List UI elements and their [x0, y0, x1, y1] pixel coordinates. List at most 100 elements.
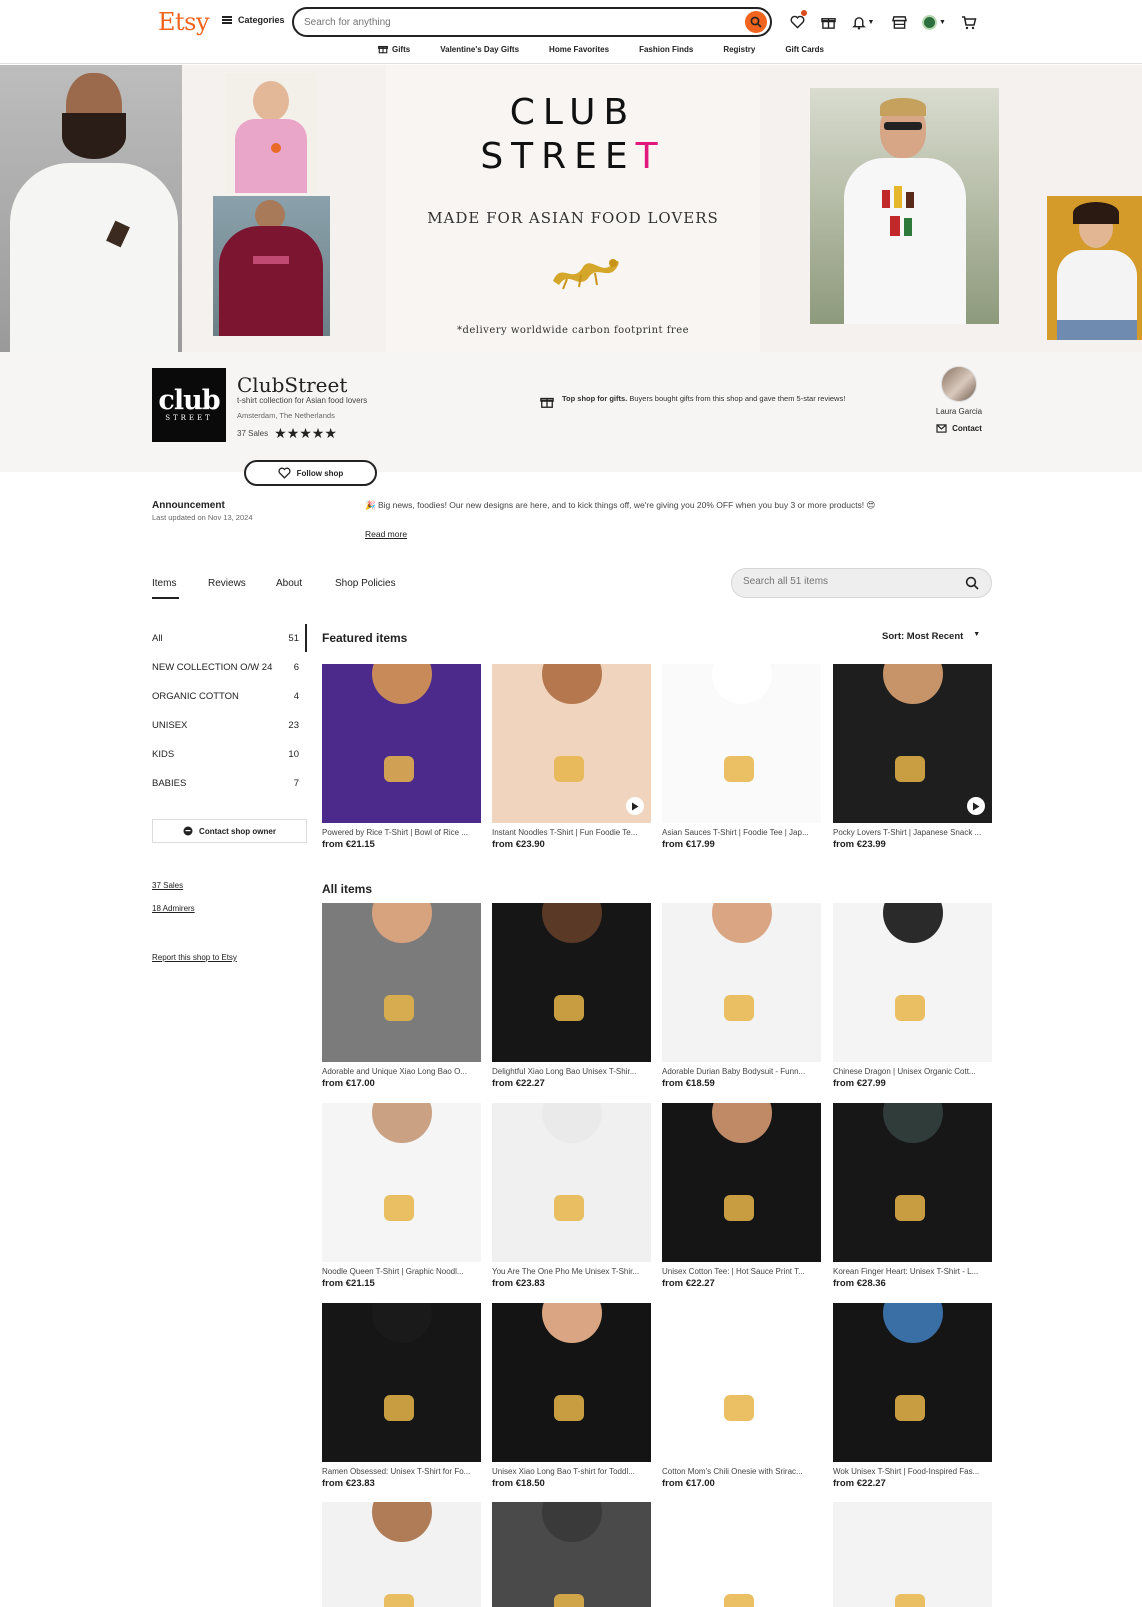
product-title[interactable]: Unisex Xiao Long Bao T-shirt for Toddl..… [492, 1467, 651, 1476]
product-card[interactable] [322, 1502, 481, 1607]
product-card[interactable]: Unisex Xiao Long Bao T-shirt for Toddl..… [492, 1303, 651, 1489]
etsy-logo[interactable]: Etsy [158, 8, 210, 36]
product-title[interactable]: Unisex Cotton Tee: | Hot Sauce Print T..… [662, 1267, 821, 1276]
product-card[interactable]: Delightful Xiao Long Bao Unisex T-Shir..… [492, 903, 651, 1089]
owner-name[interactable]: Laura Garcia [920, 407, 998, 416]
tab-about[interactable]: About [276, 578, 302, 589]
product-image[interactable] [322, 1303, 481, 1462]
sort-dropdown[interactable]: Sort: Most Recent ▼ [882, 631, 980, 642]
product-card[interactable]: Powered by Rice T-Shirt | Bowl of Rice .… [322, 664, 481, 850]
subnav-gifts[interactable]: Gifts [378, 44, 410, 54]
product-image[interactable] [322, 1502, 481, 1607]
tab-items[interactable]: Items [152, 578, 180, 599]
product-title[interactable]: Chinese Dragon | Unisex Organic Cott... [833, 1067, 992, 1076]
product-card[interactable]: Pocky Lovers T-Shirt | Japanese Snack ..… [833, 664, 992, 850]
product-image[interactable] [492, 903, 651, 1062]
star-rating-icon[interactable]: ★★★★★ [274, 425, 337, 442]
product-card[interactable]: Asian Sauces T-Shirt | Foodie Tee | Jap.… [662, 664, 821, 850]
admirers-link[interactable]: 18 Admirers [152, 904, 195, 913]
product-image[interactable] [833, 1502, 992, 1607]
product-image[interactable] [322, 664, 481, 823]
global-search-input[interactable] [304, 14, 724, 30]
product-card[interactable]: Ramen Obsessed: Unisex T-Shirt for Fo...… [322, 1303, 481, 1489]
product-image[interactable] [492, 1103, 651, 1262]
search-icon[interactable] [965, 576, 979, 590]
categories-menu-button[interactable]: Categories [222, 15, 285, 25]
product-image[interactable] [322, 1103, 481, 1262]
sidebar-item-kids[interactable]: KIDS 10 [152, 740, 307, 769]
product-card[interactable]: You Are The One Pho Me Unisex T-Shir... f… [492, 1103, 651, 1289]
product-image[interactable] [833, 664, 992, 823]
search-submit-button[interactable] [745, 11, 767, 33]
product-image[interactable] [833, 1303, 992, 1462]
product-card[interactable]: Instant Noodles T-Shirt | Fun Foodie Te.… [492, 664, 651, 850]
shirt-print-graphic [554, 995, 584, 1021]
product-title[interactable]: Wok Unisex T-Shirt | Food-Inspired Fas..… [833, 1467, 992, 1476]
sidebar-item-all[interactable]: All 51 [152, 624, 307, 653]
contact-shop-owner-button[interactable]: Contact shop owner [152, 819, 307, 843]
product-card[interactable] [662, 1502, 821, 1607]
shop-search-input[interactable] [743, 576, 953, 587]
product-card[interactable]: Unisex Cotton Tee: | Hot Sauce Print T..… [662, 1103, 821, 1289]
product-title[interactable]: Adorable and Unique Xiao Long Bao O... [322, 1067, 481, 1076]
tab-shop-policies[interactable]: Shop Policies [335, 578, 396, 589]
product-image[interactable] [322, 903, 481, 1062]
product-image[interactable] [662, 1103, 821, 1262]
play-video-icon[interactable] [967, 797, 985, 815]
sidebar-item-unisex[interactable]: UNISEX 23 [152, 711, 307, 740]
product-card[interactable]: Cotton Mom's Chili Onesie with Srirac...… [662, 1303, 821, 1489]
shirt-print-graphic [724, 995, 754, 1021]
favorites-button[interactable] [787, 10, 807, 32]
product-card[interactable]: Noodle Queen T-Shirt | Graphic Noodl... f… [322, 1103, 481, 1289]
product-title[interactable]: You Are The One Pho Me Unisex T-Shir... [492, 1267, 651, 1276]
product-title[interactable]: Cotton Mom's Chili Onesie with Srirac... [662, 1467, 821, 1476]
product-title[interactable]: Instant Noodles T-Shirt | Fun Foodie Te.… [492, 828, 651, 837]
gift-mode-button[interactable] [818, 12, 838, 32]
product-title[interactable]: Delightful Xiao Long Bao Unisex T-Shir..… [492, 1067, 651, 1076]
product-image[interactable] [662, 1303, 821, 1462]
subnav-gift-cards[interactable]: Gift Cards [785, 44, 824, 54]
sidebar-item-organic-cotton[interactable]: ORGANIC COTTON 4 [152, 682, 307, 711]
play-video-icon[interactable] [626, 797, 644, 815]
subnav-home-favorites[interactable]: Home Favorites [549, 44, 609, 54]
notifications-button[interactable]: ▼ [848, 12, 878, 32]
product-image[interactable] [833, 1103, 992, 1262]
product-image[interactable] [662, 664, 821, 823]
follow-shop-button[interactable]: Follow shop [244, 460, 377, 486]
account-menu-button[interactable]: ▼ [918, 12, 950, 32]
subnav-fashion-finds[interactable]: Fashion Finds [639, 44, 693, 54]
product-card[interactable]: Adorable Durian Baby Bodysuit - Funn... f… [662, 903, 821, 1089]
sidebar-item-new-collection[interactable]: NEW COLLECTION O/W 24 6 [152, 653, 307, 682]
product-image[interactable] [492, 1303, 651, 1462]
product-title[interactable]: Pocky Lovers T-Shirt | Japanese Snack ..… [833, 828, 992, 837]
product-card[interactable]: Chinese Dragon | Unisex Organic Cott... f… [833, 903, 992, 1089]
product-card[interactable] [492, 1502, 651, 1607]
product-title[interactable]: Powered by Rice T-Shirt | Bowl of Rice .… [322, 828, 481, 837]
product-image[interactable] [492, 664, 651, 823]
subnav-valentines[interactable]: Valentine's Day Gifts [440, 44, 519, 54]
product-title[interactable]: Noodle Queen T-Shirt | Graphic Noodl... [322, 1267, 481, 1276]
product-title[interactable]: Korean Finger Heart: Unisex T-Shirt - L.… [833, 1267, 992, 1276]
contact-owner-link[interactable]: Contact [920, 424, 998, 433]
category-sidebar: All 51 NEW COLLECTION O/W 24 6 ORGANIC COT… [152, 624, 307, 798]
product-title[interactable]: Adorable Durian Baby Bodysuit - Funn... [662, 1067, 821, 1076]
product-title[interactable]: Ramen Obsessed: Unisex T-Shirt for Fo... [322, 1467, 481, 1476]
cart-button[interactable] [959, 12, 979, 32]
report-shop-link[interactable]: Report this shop to Etsy [152, 953, 237, 962]
product-card[interactable]: Korean Finger Heart: Unisex T-Shirt - L.… [833, 1103, 992, 1289]
announcement-read-more-link[interactable]: Read more [365, 529, 407, 539]
owner-avatar[interactable] [941, 366, 977, 402]
sales-link[interactable]: 37 Sales [152, 881, 183, 890]
product-image[interactable] [492, 1502, 651, 1607]
product-card[interactable]: Wok Unisex T-Shirt | Food-Inspired Fas..… [833, 1303, 992, 1489]
product-image[interactable] [662, 903, 821, 1062]
tab-reviews[interactable]: Reviews [208, 578, 246, 589]
product-title[interactable]: Asian Sauces T-Shirt | Foodie Tee | Jap.… [662, 828, 821, 837]
subnav-registry[interactable]: Registry [723, 44, 755, 54]
product-card[interactable] [833, 1502, 992, 1607]
product-card[interactable]: Adorable and Unique Xiao Long Bao O... fr… [322, 903, 481, 1089]
sidebar-item-babies[interactable]: BABIES 7 [152, 769, 307, 798]
product-image[interactable] [833, 903, 992, 1062]
product-image[interactable] [662, 1502, 821, 1607]
shop-manager-button[interactable] [889, 12, 909, 32]
